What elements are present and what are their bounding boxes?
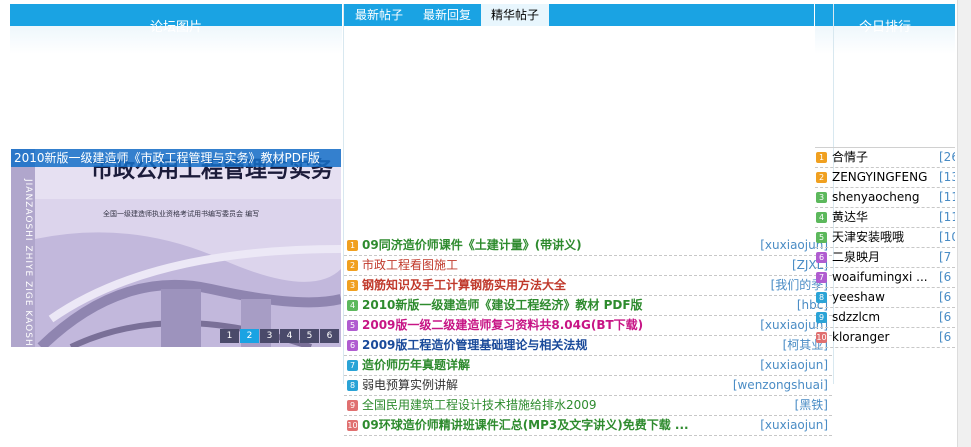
rank-number-icon: 9 xyxy=(347,400,358,411)
list-item: 9 全国民用建筑工程设计技术措施给排水2009 [黑铁] xyxy=(344,396,832,416)
slide-page-4[interactable]: 4 xyxy=(280,329,299,343)
slide-pager: 1 2 3 4 5 6 xyxy=(220,329,339,343)
list-item: 6 2009版工程造价管理基础理论与相关法规 [柯其业] xyxy=(344,336,832,356)
list-item: 2 市政工程看图施工 [ZJXL] xyxy=(344,256,832,276)
rank-number-icon: 9 xyxy=(816,312,827,323)
rank-number-icon: 2 xyxy=(816,172,827,183)
list-item: 8 yeeshaw [6 xyxy=(815,288,955,308)
list-item: 3 钢筋知识及手工计算钢筋实用方法大全 [我们的季] xyxy=(344,276,832,296)
list-item: 7 造价师历年真题详解 [xuxiaojun] xyxy=(344,356,832,376)
post-author-link[interactable]: [wenzongshuai] xyxy=(730,376,828,395)
user-post-count: [6 xyxy=(939,308,952,327)
slide-caption[interactable]: 2010新版一级建造师《市政工程管理与实务》教材PDF版 xyxy=(11,149,341,167)
rank-number-icon: 8 xyxy=(347,380,358,391)
rank-number-icon: 7 xyxy=(816,272,827,283)
slide-page-6[interactable]: 6 xyxy=(320,329,339,343)
list-item: 4 2010新版一级建造师《建设工程经济》教材 PDF版 [hbc] xyxy=(344,296,832,316)
slide-page-2[interactable]: 2 xyxy=(240,329,259,343)
slideshow[interactable]: 市政公用工程管理与实务 全国一级建造师执业资格考试用书编写委员会 编写 JIAN… xyxy=(11,149,341,347)
slide-page-1[interactable]: 1 xyxy=(220,329,239,343)
user-name-link[interactable]: 合情子 xyxy=(832,148,868,167)
slide-side-text: JIANZAOSHI ZHIYE ZIGE KAOSHI xyxy=(23,178,33,347)
rank-number-icon: 6 xyxy=(816,252,827,263)
post-author-link[interactable]: [xuxiaojun] xyxy=(758,356,828,375)
post-title-link[interactable]: 09同济造价师课件《土建计量》(带讲义) xyxy=(362,236,582,255)
user-post-count: [11 xyxy=(939,188,955,207)
post-title-link[interactable]: 2009版一级二级建造师复习资料共8.04G(BT下载) xyxy=(362,316,643,335)
featured-post-list: 1 09同济造价师课件《土建计量》(带讲义) [xuxiaojun] 2 市政工程看图施… xyxy=(344,236,832,436)
user-name-link[interactable]: sdzzlcm xyxy=(832,308,880,327)
post-title-link[interactable]: 2009版工程造价管理基础理论与相关法规 xyxy=(362,336,587,355)
post-title-link[interactable]: 2010新版一级建造师《建设工程经济》教材 PDF版 xyxy=(362,296,643,315)
list-item: 10 09环球造价师精讲班课件汇总(MP3及文字讲义)免费下载 ... [xuxia… xyxy=(344,416,832,436)
rank-number-icon: 6 xyxy=(347,340,358,351)
rank-number-icon: 2 xyxy=(347,260,358,271)
user-name-link[interactable]: ZENGYINGFENG xyxy=(832,168,927,187)
user-name-link[interactable]: woaifumingxi ... xyxy=(832,268,928,287)
rank-number-icon: 7 xyxy=(347,360,358,371)
rank-number-icon: 8 xyxy=(816,292,827,303)
list-item: 3 shenyaocheng [11 xyxy=(815,188,955,208)
rank-number-icon: 4 xyxy=(816,212,827,223)
list-item: 5 天津安装哦哦 [10 xyxy=(815,228,955,248)
user-post-count: [6 xyxy=(939,288,952,307)
post-tabs: 最新帖子 最新回复 精华帖子 xyxy=(345,4,550,26)
list-item: 8 弱电预算实例讲解 [wenzongshuai] xyxy=(344,376,832,396)
slide-page-3[interactable]: 3 xyxy=(260,329,279,343)
rank-number-icon: 3 xyxy=(816,192,827,203)
user-name-link[interactable]: 黄达华 xyxy=(832,208,868,227)
slide-image-subtitle: 全国一级建造师执业资格考试用书编写委员会 编写 xyxy=(103,209,259,218)
user-post-count: [10 xyxy=(939,228,955,247)
list-item: 2 ZENGYINGFENG [13 xyxy=(815,168,955,188)
user-post-count: [7 xyxy=(939,248,952,267)
rank-number-icon: 10 xyxy=(816,332,827,343)
user-post-count: [11 xyxy=(939,208,955,227)
user-post-count: [6 xyxy=(939,328,952,347)
list-item: 1 09同济造价师课件《土建计量》(带讲义) [xuxiaojun] xyxy=(344,236,832,256)
tab-latest-posts[interactable]: 最新帖子 xyxy=(345,4,413,26)
post-author-link[interactable]: [xuxiaojun] xyxy=(758,416,828,435)
rank-number-icon: 1 xyxy=(816,152,827,163)
post-title-link[interactable]: 09环球造价师精讲班课件汇总(MP3及文字讲义)免费下载 ... xyxy=(362,416,689,435)
rank-number-icon: 1 xyxy=(347,240,358,251)
rank-number-icon: 5 xyxy=(816,232,827,243)
rank-number-icon: 10 xyxy=(347,420,358,431)
rank-number-icon: 4 xyxy=(347,300,358,311)
list-item: 7 woaifumingxi ... [6 xyxy=(815,268,955,288)
user-name-link[interactable]: 天津安装哦哦 xyxy=(832,228,904,247)
tab-latest-replies[interactable]: 最新回复 xyxy=(413,4,481,26)
list-item: 10 kloranger [6 xyxy=(815,328,955,348)
list-item: 6 二泉映月 [7 xyxy=(815,248,955,268)
user-name-link[interactable]: shenyaocheng xyxy=(832,188,919,207)
user-post-count: [6 xyxy=(939,268,952,287)
post-title-link[interactable]: 全国民用建筑工程设计技术措施给排水2009 xyxy=(362,396,597,415)
list-item: 4 黄达华 [11 xyxy=(815,208,955,228)
post-title-link[interactable]: 钢筋知识及手工计算钢筋实用方法大全 xyxy=(362,276,566,295)
user-post-count: [13 xyxy=(939,168,955,187)
today-ranking-title: 今日排行 xyxy=(858,20,911,35)
forum-images-title: 论坛图片 xyxy=(149,20,202,35)
user-post-count: [26 xyxy=(939,148,955,167)
slide-image[interactable]: 市政公用工程管理与实务 全国一级建造师执业资格考试用书编写委员会 编写 JIAN… xyxy=(11,149,341,347)
page-scrollbar[interactable] xyxy=(957,0,971,447)
list-item: 9 sdzzlcm [6 xyxy=(815,308,955,328)
list-item: 5 2009版一级二级建造师复习资料共8.04G(BT下载) [xuxiaojun] xyxy=(344,316,832,336)
user-name-link[interactable]: yeeshaw xyxy=(832,288,885,307)
today-ranking-list: 1合情子[262ZENGYINGFENG[133shenyaocheng[114… xyxy=(815,147,955,348)
tab-featured-posts[interactable]: 精华帖子 xyxy=(481,4,550,26)
rank-number-icon: 5 xyxy=(347,320,358,331)
rank-number-icon: 3 xyxy=(347,280,358,291)
post-title-link[interactable]: 弱电预算实例讲解 xyxy=(362,376,458,395)
slide-page-5[interactable]: 5 xyxy=(300,329,319,343)
user-name-link[interactable]: kloranger xyxy=(832,328,889,347)
post-author-link[interactable]: [黑铁] xyxy=(792,396,828,415)
user-name-link[interactable]: 二泉映月 xyxy=(832,248,880,267)
post-title-link[interactable]: 造价师历年真题详解 xyxy=(362,356,470,375)
list-item: 1 合情子 [26 xyxy=(815,148,955,168)
post-title-link[interactable]: 市政工程看图施工 xyxy=(362,256,458,275)
